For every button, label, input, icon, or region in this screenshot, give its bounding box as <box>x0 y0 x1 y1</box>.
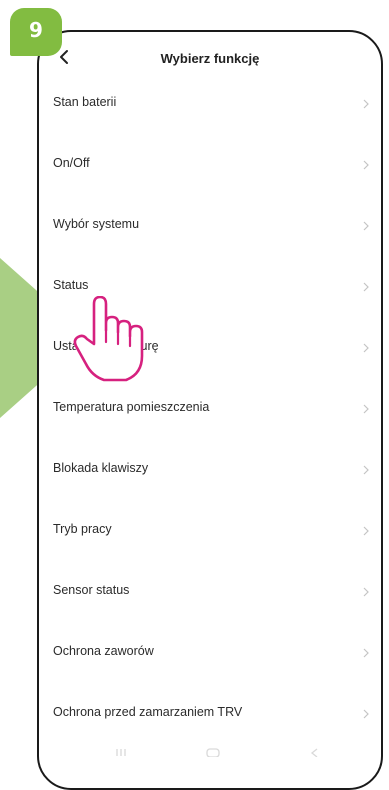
phone-frame: Wybierz funkcję Stan baterii On/Off Wybó… <box>37 30 383 790</box>
chevron-right-icon <box>363 465 369 475</box>
step-number: 9 <box>29 18 43 42</box>
menu-item-label: Status <box>53 278 89 292</box>
chevron-right-icon <box>363 99 369 109</box>
chevron-right-icon <box>363 709 369 719</box>
menu-item-label: Ochrona zaworów <box>53 644 154 658</box>
chevron-right-icon <box>363 221 369 231</box>
menu-item-label: Stan baterii <box>53 95 117 109</box>
menu-item-label: Tryb pracy <box>53 522 112 536</box>
menu-item-label: On/Off <box>53 156 90 170</box>
menu-item-stan-baterii[interactable]: Stan baterii <box>39 73 381 134</box>
menu-item-label: Wybór systemu <box>53 217 140 231</box>
bottom-nav-bar <box>116 748 318 757</box>
menu-item-wybor-systemu[interactable]: Wybór systemu <box>39 195 381 256</box>
menu-item-label: Temperatura pomieszczenia <box>53 400 210 414</box>
pointing-hand-icon <box>73 296 144 382</box>
chevron-right-icon <box>363 648 369 658</box>
menu-item-blokada-klawiszy[interactable]: Blokada klawiszy <box>39 439 381 500</box>
menu-item-label: Blokada klawiszy <box>53 461 149 475</box>
menu-item-temperatura-pomieszczenia[interactable]: Temperatura pomieszczenia <box>39 378 381 439</box>
menu-item-on-off[interactable]: On/Off <box>39 134 381 195</box>
chevron-right-icon <box>363 282 369 292</box>
step-badge: 9 <box>10 8 62 56</box>
menu-item-ochrona-przed-zamarzaniem[interactable]: Ochrona przed zamarzaniem TRV <box>39 683 381 744</box>
chevron-right-icon <box>363 526 369 536</box>
menu-item-label: Ochrona przed zamarzaniem TRV <box>53 705 243 719</box>
page-title: Wybierz funkcję <box>160 51 260 66</box>
chevron-right-icon <box>363 404 369 414</box>
chevron-right-icon <box>363 343 369 353</box>
menu-item-tryb-pracy[interactable]: Tryb pracy <box>39 500 381 561</box>
menu-item-sensor-status[interactable]: Sensor status <box>39 561 381 622</box>
chevron-right-icon <box>363 587 369 597</box>
function-list: Stan baterii On/Off Wybór systemu Status… <box>39 73 381 744</box>
menu-item-label: Sensor status <box>53 583 130 597</box>
menu-item-ochrona-zaworow[interactable]: Ochrona zaworów <box>39 622 381 683</box>
chevron-right-icon <box>363 160 369 170</box>
